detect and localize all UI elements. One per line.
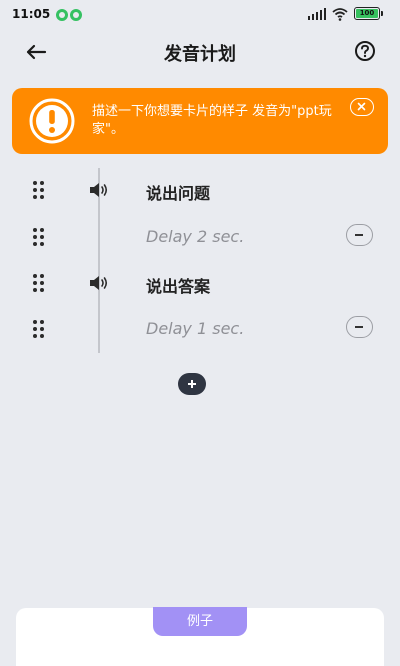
remove-step-button[interactable] [346, 316, 373, 338]
speaker-icon[interactable] [88, 182, 110, 198]
alert-close-button[interactable] [350, 98, 374, 116]
battery-level: 100 [356, 9, 378, 18]
example-tab[interactable]: 例子 [153, 607, 247, 636]
drag-handle-icon[interactable] [33, 320, 47, 338]
help-button[interactable] [354, 40, 376, 62]
status-time: 11:05 [12, 7, 51, 21]
notification-dot-icon [56, 9, 68, 21]
speaker-icon[interactable] [88, 275, 110, 291]
battery-icon: 100 [354, 7, 380, 20]
page-title: 发音计划 [164, 44, 236, 65]
delay-label[interactable]: Delay 1 sec. [146, 319, 244, 338]
drag-handle-icon[interactable] [33, 274, 47, 292]
screen: 11:05 100 发音计划 描述一下你想要卡片的样子 发音为"ppt玩家"。 … [0, 0, 400, 666]
signal-icon [308, 8, 326, 20]
step-label: 说出答案 [146, 277, 211, 296]
status-bar: 11:05 100 [0, 0, 400, 30]
add-step-button[interactable] [178, 373, 206, 395]
step-row: Delay 2 sec. [0, 218, 400, 254]
status-icons: 100 [308, 6, 388, 22]
drag-handle-icon[interactable] [33, 181, 47, 199]
step-row: Delay 1 sec. [0, 310, 400, 346]
wifi-icon [332, 8, 348, 21]
remove-step-button[interactable] [346, 224, 373, 246]
exclamation-circle-icon [29, 98, 75, 144]
step-label: 说出问题 [146, 184, 211, 203]
drag-handle-icon[interactable] [33, 228, 47, 246]
alert-text: 描述一下你想要卡片的样子 发音为"ppt玩家"。 [92, 104, 332, 137]
alert-banner: 描述一下你想要卡片的样子 发音为"ppt玩家"。 [12, 88, 388, 154]
question-circle-icon [355, 41, 375, 61]
step-row: 说出问题 [0, 171, 400, 207]
step-row: 说出答案 [0, 264, 400, 300]
close-icon [357, 102, 366, 111]
notification-dot-icon [70, 9, 82, 21]
delay-label[interactable]: Delay 2 sec. [146, 227, 244, 246]
